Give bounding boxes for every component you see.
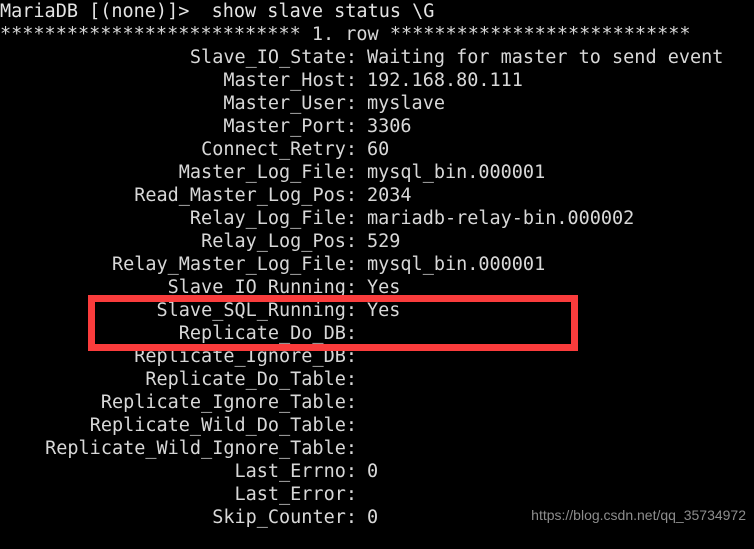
status-field-value: 60 bbox=[367, 139, 390, 160]
status-field-row: Replicate_Wild_Do_Table: bbox=[0, 414, 754, 437]
status-field-value: 529 bbox=[367, 231, 401, 252]
status-field-row: Connect_Retry: 60 bbox=[0, 138, 754, 161]
status-field-row: Replicate_Do_DB: bbox=[0, 322, 754, 345]
status-field-label: Read_Master_Log_Pos: bbox=[134, 185, 357, 206]
status-field-row: Slave_IO_State: Waiting for master to sen… bbox=[0, 46, 754, 69]
status-field-label: Last_Errno: bbox=[234, 461, 357, 482]
status-field-label: Master_Log_File: bbox=[178, 162, 357, 183]
status-field-value: myslave bbox=[367, 93, 445, 114]
status-field-value: 192.168.80.111 bbox=[367, 70, 523, 91]
status-field-row: Master_Port: 3306 bbox=[0, 115, 754, 138]
status-field-label: Last_Error: bbox=[234, 484, 357, 505]
status-field-label: Relay_Log_File: bbox=[189, 208, 357, 229]
status-field-label: Replicate_Wild_Ignore_Table: bbox=[45, 438, 357, 459]
status-field-value: Yes bbox=[367, 300, 401, 321]
status-field-value: mysql_bin.000001 bbox=[367, 162, 546, 183]
status-field-row: Relay_Log_Pos: 529 bbox=[0, 230, 754, 253]
status-field-value: Waiting for master to send event bbox=[367, 47, 724, 68]
status-field-label: Master_Host: bbox=[223, 70, 357, 91]
status-field-label: Slave_IO_Running: bbox=[167, 277, 357, 298]
terminal-output: MariaDB [(none)]> show slave status \G *… bbox=[0, 0, 754, 529]
status-field-row: Last_Error: bbox=[0, 483, 754, 506]
status-field-row-slave-sql-running: Slave_SQL_Running: Yes bbox=[0, 299, 754, 322]
command-prompt-line: MariaDB [(none)]> show slave status \G bbox=[0, 1, 435, 22]
status-field-row: Last_Errno: 0 bbox=[0, 460, 754, 483]
status-field-value: mysql_bin.000001 bbox=[367, 254, 546, 275]
status-field-label: Slave_SQL_Running: bbox=[156, 300, 357, 321]
terminal-window[interactable]: MariaDB [(none)]> show slave status \G *… bbox=[0, 0, 754, 549]
status-field-row: Replicate_Do_Table: bbox=[0, 368, 754, 391]
status-field-label: Master_Port: bbox=[223, 116, 357, 137]
status-field-row: Master_Log_File: mysql_bin.000001 bbox=[0, 161, 754, 184]
status-field-value: 3306 bbox=[367, 116, 412, 137]
status-field-label: Relay_Log_Pos: bbox=[201, 231, 357, 252]
status-field-row: Replicate_Ignore_Table: bbox=[0, 391, 754, 414]
status-field-row: Replicate_Wild_Ignore_Table: bbox=[0, 437, 754, 460]
status-field-label: Master_User: bbox=[223, 93, 357, 114]
status-field-label: Replicate_Ignore_Table: bbox=[100, 392, 357, 413]
result-row-separator: *************************** 1. row *****… bbox=[0, 24, 691, 45]
status-field-row: Master_User: myslave bbox=[0, 92, 754, 115]
status-field-label: Replicate_Ignore_DB: bbox=[134, 346, 357, 367]
status-field-row: Relay_Log_File: mariadb-relay-bin.000002 bbox=[0, 207, 754, 230]
status-field-label: Slave_IO_State: bbox=[189, 47, 357, 68]
status-field-value: 0 bbox=[367, 507, 379, 528]
status-field-label: Connect_Retry: bbox=[201, 139, 357, 160]
status-field-row: Master_Host: 192.168.80.111 bbox=[0, 69, 754, 92]
status-field-label: Replicate_Do_DB: bbox=[178, 323, 357, 344]
status-field-row: Read_Master_Log_Pos: 2034 bbox=[0, 184, 754, 207]
status-field-value: 0 bbox=[367, 461, 379, 482]
status-field-label: Replicate_Wild_Do_Table: bbox=[89, 415, 357, 436]
status-field-value: Yes bbox=[367, 277, 401, 298]
status-field-row: Replicate_Ignore_DB: bbox=[0, 345, 754, 368]
status-field-label: Skip_Counter: bbox=[212, 507, 357, 528]
status-field-label: Relay_Master_Log_File: bbox=[111, 254, 357, 275]
status-field-value: 2034 bbox=[367, 185, 412, 206]
status-field-label: Replicate_Do_Table: bbox=[145, 369, 357, 390]
status-field-row: Relay_Master_Log_File: mysql_bin.000001 bbox=[0, 253, 754, 276]
status-field-row-slave-io-running: Slave_IO_Running: Yes bbox=[0, 276, 754, 299]
status-field-value: mariadb-relay-bin.000002 bbox=[367, 208, 635, 229]
watermark-url: https://blog.csdn.net/qq_35734972 bbox=[531, 507, 746, 523]
